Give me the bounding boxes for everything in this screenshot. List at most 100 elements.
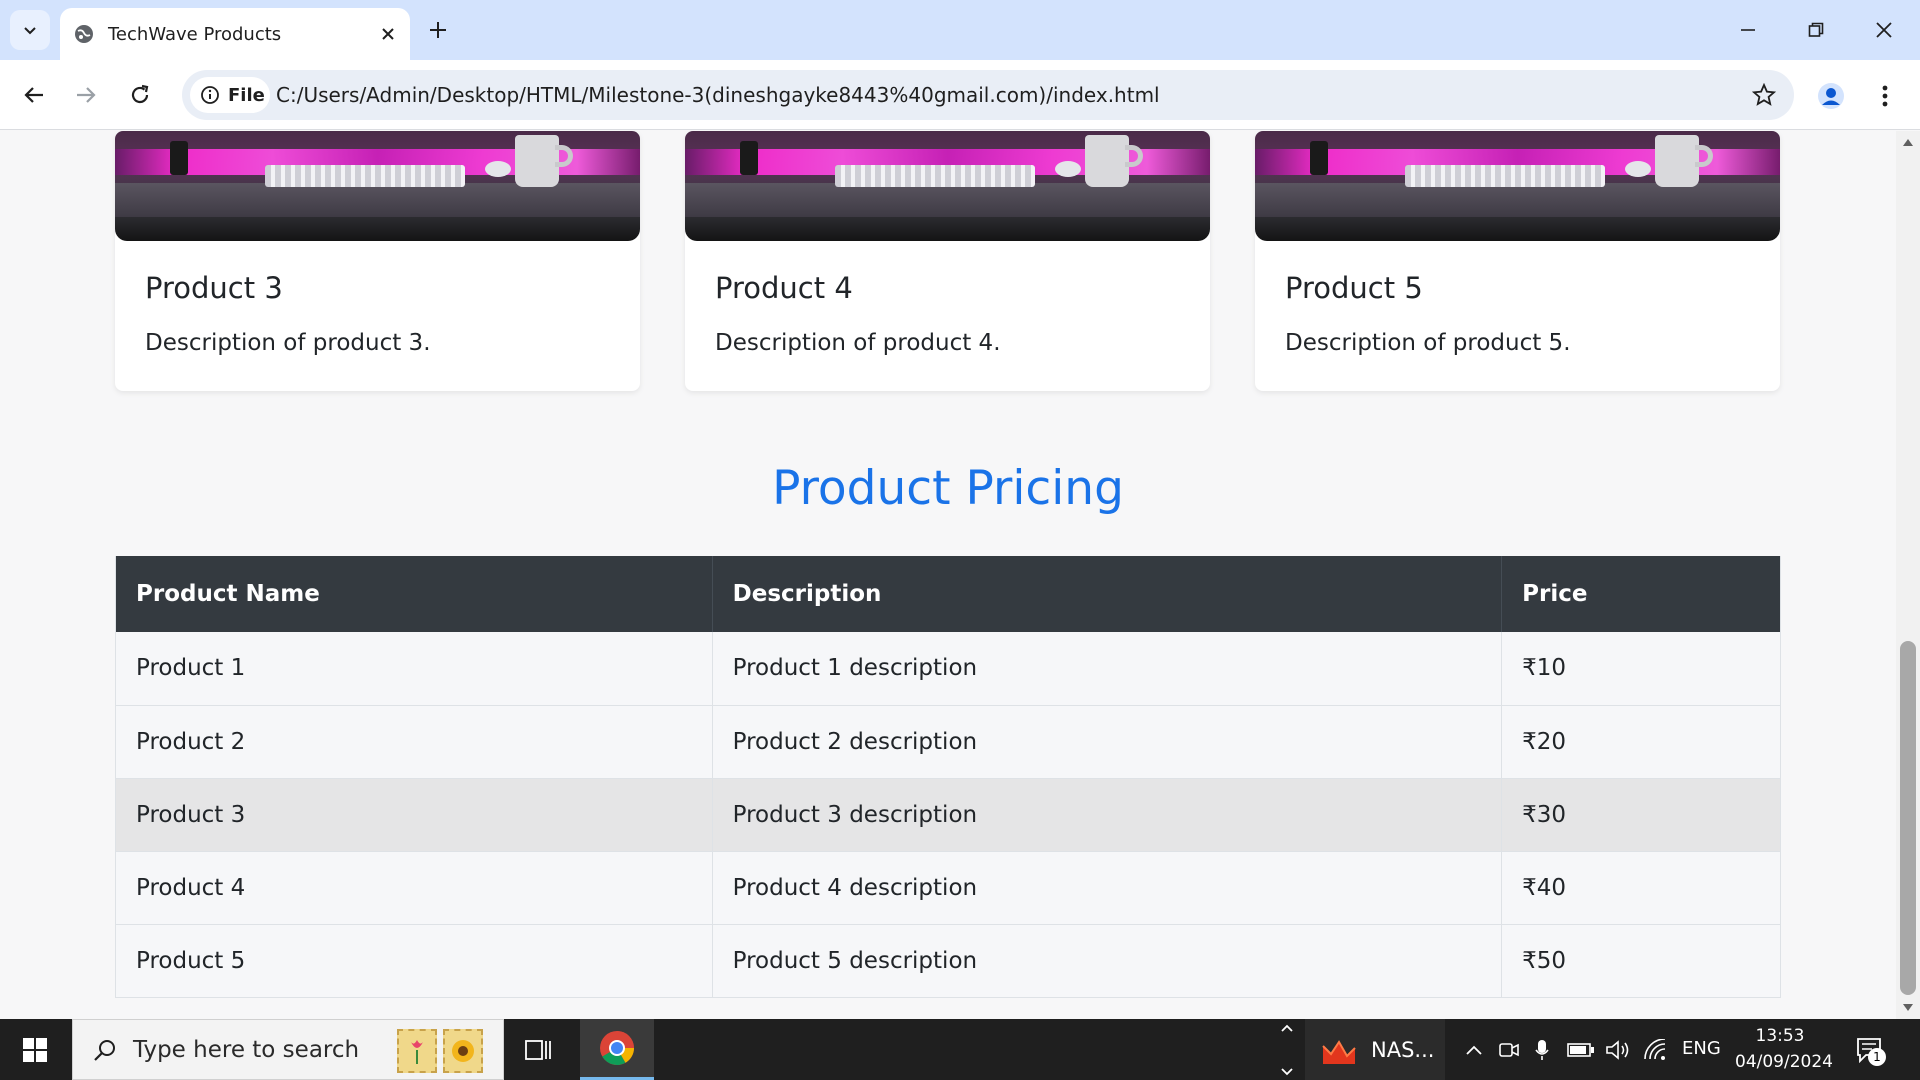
scroll-up-arrow-icon[interactable] xyxy=(1903,139,1913,146)
sunflower-stamp-icon xyxy=(443,1029,483,1073)
product-card-description: Description of product 4. xyxy=(715,330,1001,356)
close-icon xyxy=(382,28,394,40)
product-card-description: Description of product 5. xyxy=(1285,330,1571,356)
product-card: Product 3 Description of product 3. xyxy=(115,131,640,391)
start-button[interactable] xyxy=(0,1019,70,1080)
show-hidden-icons-button[interactable] xyxy=(1462,1037,1486,1063)
bookmark-button[interactable] xyxy=(1750,81,1778,109)
reload-icon xyxy=(131,84,149,104)
page-scrollbar[interactable] xyxy=(1896,131,1920,1019)
product-name-cell: Product 5 xyxy=(115,924,713,998)
minimize-button[interactable] xyxy=(1720,6,1776,54)
restore-button[interactable] xyxy=(1788,6,1844,54)
url-text[interactable]: C:/Users/Admin/Desktop/HTML/Milestone-3(… xyxy=(276,83,1160,107)
product-card-description: Description of product 3. xyxy=(145,330,431,356)
wifi-icon[interactable] xyxy=(1642,1037,1668,1063)
more-vertical-icon xyxy=(1882,85,1888,107)
nas-taskbar-button[interactable]: NAS... xyxy=(1305,1019,1445,1080)
browser-toolbar: File C:/Users/Admin/Desktop/HTML/Milesto… xyxy=(0,60,1920,130)
task-view-icon xyxy=(525,1040,551,1060)
price-cell: ₹10 xyxy=(1501,632,1781,706)
product-name-cell: Product 4 xyxy=(115,851,713,925)
arrow-right-icon xyxy=(77,87,96,103)
description-cell: Product 3 description xyxy=(712,778,1503,852)
price-cell: ₹20 xyxy=(1501,705,1781,779)
table-row: Product 2 Product 2 description ₹20 xyxy=(115,705,1781,779)
site-info-chip[interactable]: File xyxy=(190,77,270,113)
forward-button[interactable] xyxy=(66,75,106,115)
pricing-section-title: Product Pricing xyxy=(772,461,1124,516)
chrome-taskbar-button[interactable] xyxy=(580,1019,654,1080)
chevron-up-icon xyxy=(1281,1024,1293,1032)
product-card: Product 5 Description of product 5. xyxy=(1255,131,1780,391)
tab-close-button[interactable] xyxy=(372,18,404,50)
chevron-up-icon xyxy=(1466,1045,1482,1055)
scroll-down-arrow-icon[interactable] xyxy=(1903,1004,1913,1011)
browser-menu-button[interactable] xyxy=(1870,78,1900,114)
product-card: Product 4 Description of product 4. xyxy=(685,131,1210,391)
product-image xyxy=(685,131,1210,241)
scrollbar-thumb[interactable] xyxy=(1900,641,1916,995)
table-row: Product 4 Product 4 description ₹40 xyxy=(115,851,1781,925)
chevron-down-icon xyxy=(24,27,36,35)
taskbar-search-box[interactable]: Type here to search xyxy=(72,1019,504,1080)
taskbar-overflow-scroller[interactable] xyxy=(1276,1023,1298,1077)
table-row: Product 5 Product 5 description ₹50 xyxy=(115,924,1781,998)
description-cell: Product 4 description xyxy=(712,851,1503,925)
chevron-down-icon xyxy=(1281,1068,1293,1076)
new-tab-button[interactable] xyxy=(420,12,456,48)
table-header-row: Product Name Description Price xyxy=(115,556,1781,632)
table-row: Product 3 Product 3 description ₹30 xyxy=(115,778,1781,852)
profile-button[interactable] xyxy=(1813,78,1849,114)
battery-icon[interactable] xyxy=(1566,1037,1596,1063)
input-language-indicator[interactable]: ENG xyxy=(1682,1038,1721,1059)
product-card-title: Product 3 xyxy=(145,271,283,305)
product-name-cell: Product 1 xyxy=(115,632,713,706)
page-viewport: Product 3 Description of product 3. Prod… xyxy=(0,131,1896,1019)
star-icon xyxy=(1752,83,1776,106)
arrow-left-icon xyxy=(24,87,43,103)
tab-search-button[interactable] xyxy=(10,10,50,50)
notification-count-badge: 1 xyxy=(1868,1048,1886,1066)
minimize-icon xyxy=(1741,29,1755,31)
tab-title: TechWave Products xyxy=(108,23,282,45)
clock-time[interactable]: 13:53 xyxy=(1735,1026,1825,1046)
product-image xyxy=(1255,131,1780,241)
avatar-icon xyxy=(1818,83,1844,109)
search-placeholder: Type here to search xyxy=(133,1037,360,1063)
product-card-title: Product 5 xyxy=(1285,271,1423,305)
notification-center-button[interactable]: 1 xyxy=(1852,1033,1888,1067)
windows-taskbar: Type here to search NAS... ENG 13:53 04/… xyxy=(0,1019,1920,1080)
description-cell: Product 1 description xyxy=(712,632,1503,706)
product-name-cell: Product 2 xyxy=(115,705,713,779)
back-button[interactable] xyxy=(14,75,54,115)
product-name-cell: Product 3 xyxy=(115,778,713,852)
restore-icon xyxy=(1808,22,1824,37)
address-bar[interactable]: File C:/Users/Admin/Desktop/HTML/Milesto… xyxy=(182,70,1794,120)
column-header-product-name: Product Name xyxy=(115,556,713,632)
browser-tab[interactable]: TechWave Products xyxy=(60,8,410,60)
plus-icon xyxy=(430,22,446,38)
chrome-icon xyxy=(600,1031,634,1065)
clock-date[interactable]: 04/09/2024 xyxy=(1735,1052,1833,1072)
close-icon xyxy=(1876,22,1892,38)
description-cell: Product 2 description xyxy=(712,705,1503,779)
nas-label: NAS... xyxy=(1371,1037,1435,1062)
tulip-stamp-icon xyxy=(397,1029,437,1073)
info-icon xyxy=(201,86,219,104)
browser-tab-bar: TechWave Products xyxy=(0,0,1920,60)
pricing-table: Product Name Description Price Product 1… xyxy=(115,556,1781,998)
file-chip-label: File xyxy=(228,84,265,106)
chart-trend-icon xyxy=(1322,1039,1356,1064)
column-header-description: Description xyxy=(712,556,1503,632)
column-header-price: Price xyxy=(1501,556,1781,632)
volume-icon[interactable] xyxy=(1604,1037,1632,1063)
product-card-title: Product 4 xyxy=(715,271,853,305)
price-cell: ₹40 xyxy=(1501,851,1781,925)
table-row: Product 1 Product 1 description ₹10 xyxy=(115,632,1781,706)
close-window-button[interactable] xyxy=(1856,6,1912,54)
reload-button[interactable] xyxy=(120,75,160,115)
meet-now-icon[interactable] xyxy=(1496,1037,1522,1063)
task-view-button[interactable] xyxy=(520,1033,556,1067)
microphone-icon[interactable] xyxy=(1532,1037,1552,1063)
